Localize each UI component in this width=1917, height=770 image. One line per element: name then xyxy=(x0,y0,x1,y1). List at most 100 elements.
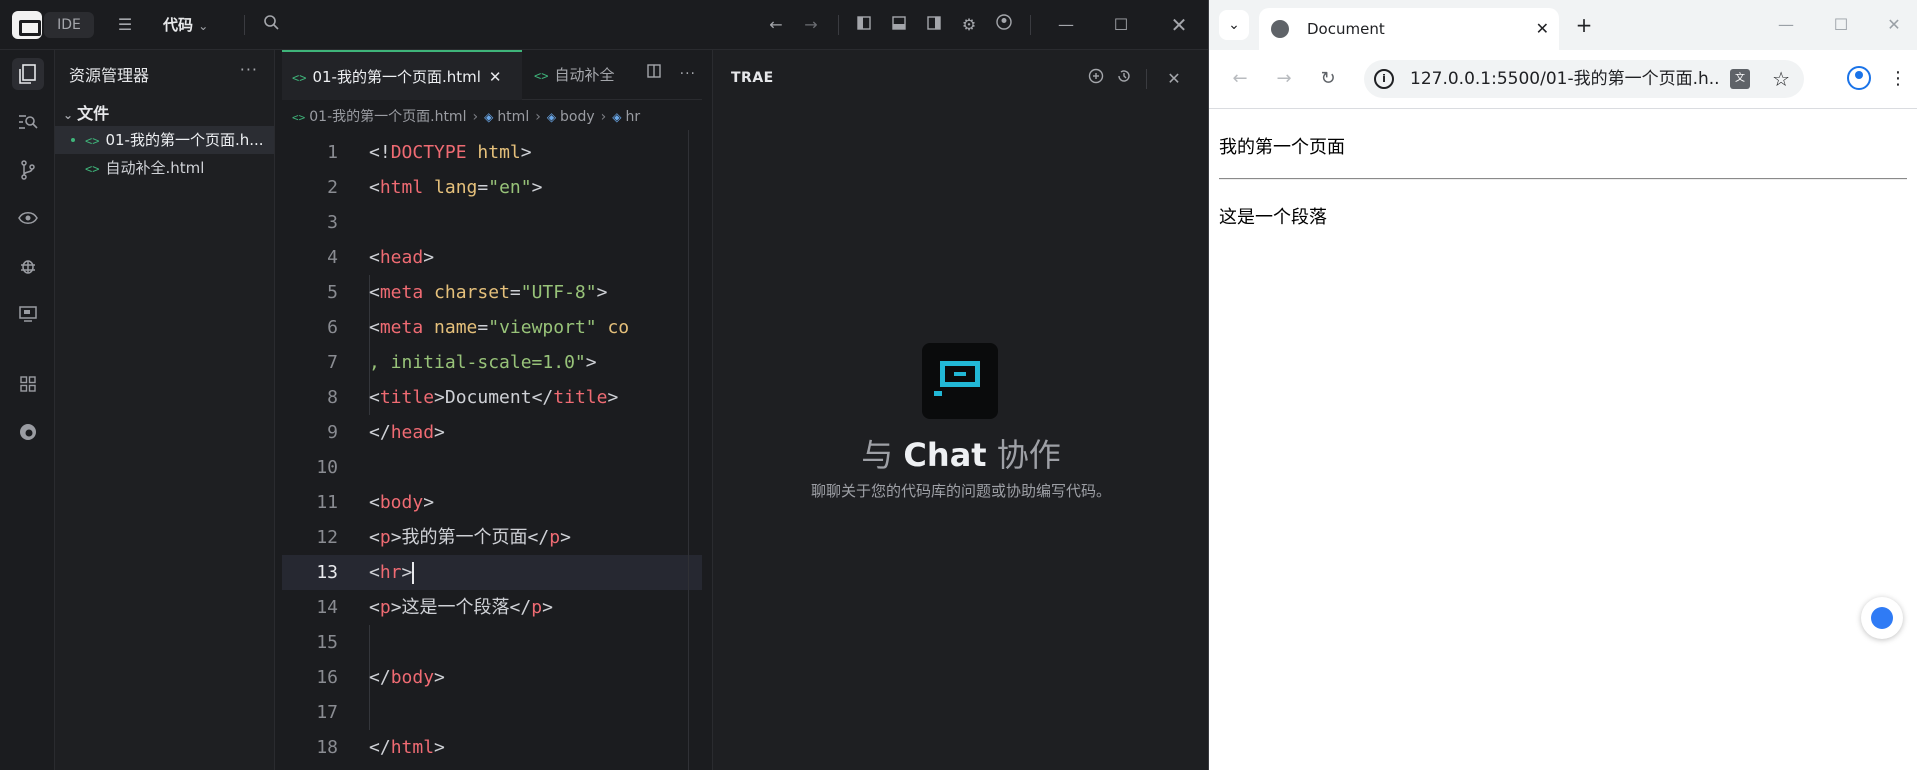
address-bar[interactable]: i 127.0.0.1:5500/01-我的第一个页面.h... 文 ☆ xyxy=(1364,60,1804,98)
remote-monitor-icon[interactable] xyxy=(12,298,44,330)
code-editor: <> 01-我的第一个页面.html ✕ <> 自动补全 ··· <> 01-我的第一个… xyxy=(282,50,702,770)
code-line: 1 <!DOCTYPE html> xyxy=(282,135,702,170)
ide-mode-badge[interactable]: IDE xyxy=(44,12,94,38)
edge-browser-icon[interactable] xyxy=(12,416,44,448)
debug-bug-icon[interactable] xyxy=(12,250,44,282)
extensions-grid-icon[interactable] xyxy=(12,368,44,400)
profile-icon[interactable] xyxy=(1847,66,1871,90)
breadcrumb-item[interactable]: hr xyxy=(626,109,641,125)
close-icon[interactable]: ✕ xyxy=(1166,12,1192,38)
arrow-left-icon[interactable]: ← xyxy=(763,12,789,38)
line-number: 4 xyxy=(327,247,338,268)
tab-search-chevron-icon[interactable]: ⌄ xyxy=(1219,10,1249,40)
chevron-right-icon: › xyxy=(600,109,607,125)
code-line-current: 13 <hr> xyxy=(282,555,702,590)
browser-tab[interactable]: Document ✕ xyxy=(1259,8,1559,50)
close-tab-icon[interactable]: ✕ xyxy=(489,68,502,86)
breadcrumb-item[interactable]: html xyxy=(497,109,529,125)
hamburger-icon[interactable]: ☰ xyxy=(112,12,138,38)
page-paragraph: 我的第一个页面 xyxy=(1219,137,1345,158)
code-line: 6 <meta name="viewport" co xyxy=(282,310,702,345)
code-line: 4 <head> xyxy=(282,240,702,275)
code-line: 18 </html> xyxy=(282,730,702,765)
code-menu[interactable]: 代码 ⌄ xyxy=(163,12,208,38)
source-control-icon[interactable] xyxy=(12,154,44,186)
menu-kebab-icon[interactable]: ⋮ xyxy=(1889,64,1907,94)
code-line: 17 xyxy=(282,695,702,730)
history-icon[interactable] xyxy=(1113,68,1135,90)
folder-label: 文件 xyxy=(77,104,110,123)
element-icon: ◈ xyxy=(546,110,557,124)
floating-assistant-button[interactable] xyxy=(1861,597,1903,639)
arrow-right-icon[interactable]: → xyxy=(798,12,824,38)
maximize-icon[interactable]: ☐ xyxy=(1108,12,1134,38)
gear-icon[interactable]: ⚙ xyxy=(956,12,982,38)
element-icon: ◈ xyxy=(612,110,622,124)
editor-scrollbar[interactable] xyxy=(688,130,689,770)
tab-actions: ··· xyxy=(647,64,696,82)
folder-files[interactable]: ⌄ 文件 xyxy=(63,100,109,124)
code-area[interactable]: 1 <!DOCTYPE html> 2 <html lang="en"> 3 4 <h… xyxy=(282,135,702,770)
file-item[interactable]: <> 自动补全.html xyxy=(55,154,274,182)
tab-label: 自动补全 xyxy=(554,66,615,84)
line-number: 17 xyxy=(316,702,338,723)
minimize-icon[interactable]: — xyxy=(1771,10,1801,40)
breadcrumb-item[interactable]: 01-我的第一个页面.html xyxy=(309,109,466,125)
line-number: 15 xyxy=(316,632,338,653)
breadcrumb-item[interactable]: body xyxy=(560,109,595,125)
line-number: 6 xyxy=(327,317,338,338)
close-icon[interactable]: ✕ xyxy=(1879,10,1909,40)
chat-panel: TRAE ✕ 与 Chat 协作 聊聊关于您的代码库的问题或协助编写代码。 xyxy=(712,50,1208,770)
star-icon[interactable]: ☆ xyxy=(1772,60,1790,98)
breadcrumb: <> 01-我的第一个页面.html › ◈ html › ◈ body › ◈ hr xyxy=(292,106,697,130)
more-icon[interactable]: ··· xyxy=(680,66,696,82)
toggle-left-panel-icon[interactable] xyxy=(851,12,877,38)
line-number: 5 xyxy=(327,282,338,303)
more-icon[interactable]: ··· xyxy=(240,60,258,79)
code-line: 8 <title>Document</title> xyxy=(282,380,702,415)
line-number: 11 xyxy=(316,492,338,513)
line-number: 12 xyxy=(316,527,338,548)
address-url[interactable]: 127.0.0.1:5500/01-我的第一个页面.h... xyxy=(1410,60,1720,98)
chevron-down-icon: ⌄ xyxy=(63,108,74,122)
translate-icon[interactable]: 文 xyxy=(1730,69,1750,89)
search-list-icon[interactable] xyxy=(12,106,44,138)
tab-label: 01-我的第一个页面.html xyxy=(312,68,481,86)
maximize-icon[interactable]: ☐ xyxy=(1826,10,1856,40)
line-number: 7 xyxy=(327,352,338,373)
trae-chat-logo xyxy=(922,343,998,419)
explorer-title: 资源管理器 xyxy=(69,66,150,85)
html-file-icon: <> xyxy=(85,134,100,148)
tab-active-file[interactable]: <> 01-我的第一个页面.html ✕ xyxy=(282,50,522,100)
chevron-right-icon: › xyxy=(472,109,479,125)
arrow-left-icon[interactable]: ← xyxy=(1225,64,1255,94)
tab-autocomplete[interactable]: <> 自动补全 xyxy=(534,50,614,100)
account-icon[interactable] xyxy=(991,12,1017,38)
search-icon[interactable] xyxy=(258,12,284,38)
preview-eye-icon[interactable] xyxy=(12,202,44,234)
screen-icon xyxy=(940,361,980,387)
toggle-right-panel-icon[interactable] xyxy=(921,12,947,38)
toggle-bottom-panel-icon[interactable] xyxy=(886,12,912,38)
site-info-icon[interactable]: i xyxy=(1374,69,1394,89)
minimize-icon[interactable]: — xyxy=(1053,12,1079,38)
arrow-right-icon[interactable]: → xyxy=(1269,64,1299,94)
close-tab-icon[interactable]: ✕ xyxy=(1536,8,1549,50)
code-line: 3 xyxy=(282,205,702,240)
trae-logo-icon[interactable] xyxy=(12,11,42,39)
split-editor-icon[interactable] xyxy=(647,64,665,82)
new-chat-icon[interactable] xyxy=(1085,68,1107,90)
ide-window: IDE ☰ 代码 ⌄ ← → ⚙ — ☐ ✕ 资源管理器 ··· ⌄ 文件 <>… xyxy=(0,0,1208,770)
close-icon[interactable]: ✕ xyxy=(1163,68,1185,90)
reload-icon[interactable]: ↻ xyxy=(1313,64,1343,94)
explorer-files-icon[interactable] xyxy=(12,58,44,90)
file-item[interactable]: <> 01-我的第一个页面.h... xyxy=(55,126,274,154)
new-tab-button[interactable]: + xyxy=(1569,10,1599,40)
line-number: 8 xyxy=(327,387,338,408)
browser-tab-title: Document xyxy=(1307,20,1385,38)
chevron-right-icon: › xyxy=(535,109,541,125)
heading-suffix: 协作 xyxy=(996,436,1061,474)
divider xyxy=(1030,15,1031,35)
html-file-icon: <> xyxy=(85,162,100,176)
file-name: 自动补全.html xyxy=(105,159,205,177)
